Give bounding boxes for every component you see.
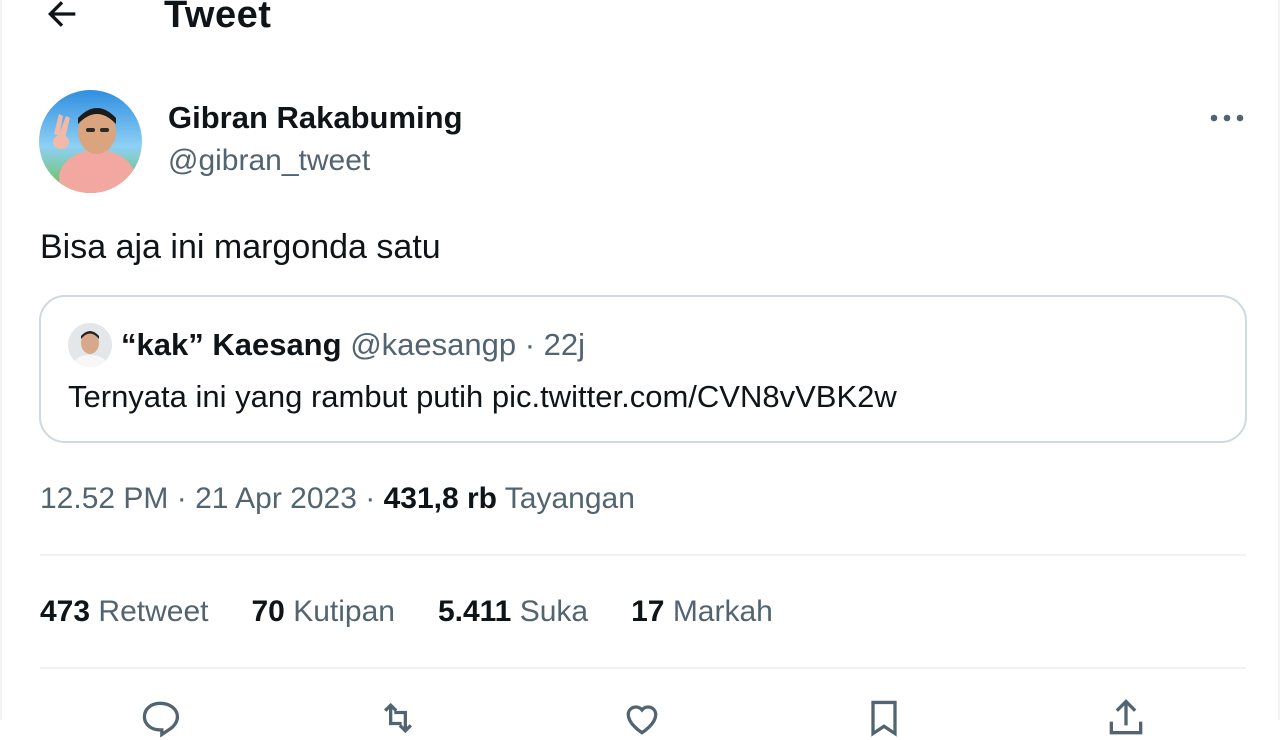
stat-count: 17: [631, 595, 665, 628]
divider: [40, 554, 1246, 556]
views-count: 431,8 rb: [383, 482, 497, 515]
bookmark-icon[interactable]: [862, 696, 906, 740]
stat-retweets[interactable]: 473 Retweet: [40, 595, 208, 635]
author-avatar[interactable]: [39, 90, 142, 193]
quoted-separator: ·: [516, 327, 544, 362]
stat-quotes[interactable]: 70 Kutipan: [251, 595, 394, 635]
quoted-tweet-header: “kak” Kaesang @kaesangp · 22j: [121, 327, 585, 363]
divider: [40, 667, 1246, 669]
tweet-date[interactable]: 21 Apr 2023: [195, 482, 357, 515]
share-icon[interactable]: [1104, 696, 1148, 740]
stat-label: Markah: [672, 595, 773, 628]
stat-label: Suka: [519, 595, 589, 628]
quoted-time: 22j: [543, 327, 586, 362]
quoted-avatar-image: [68, 323, 112, 367]
like-icon[interactable]: [620, 696, 664, 740]
more-dots-icon: [1210, 114, 1244, 122]
author-handle[interactable]: @gibran_tweet: [168, 144, 370, 178]
quoted-author-avatar: [68, 323, 112, 367]
avatar-image: [39, 90, 142, 193]
page-title: Tweet: [164, 0, 272, 36]
engagement-stats: 473 Retweet 70 Kutipan 5.411 Suka 17 Mar…: [40, 595, 816, 635]
quoted-author-name: “kak” Kaesang: [121, 327, 342, 362]
tweet-page: Tweet Gibran Rakabuming @gibran_tweet Bi…: [0, 0, 1280, 738]
stat-count: 5.411: [437, 595, 512, 628]
stat-count: 70: [251, 595, 285, 628]
stat-label: Kutipan: [293, 595, 395, 628]
retweet-icon[interactable]: [376, 696, 420, 740]
stat-label: Retweet: [98, 595, 209, 628]
tweet-meta: 12.52 PM · 21 Apr 2023 · 431,8 rb Tayang…: [40, 482, 635, 516]
stat-count: 473: [40, 595, 91, 628]
reply-icon[interactable]: [138, 696, 182, 740]
stat-bookmarks[interactable]: 17 Markah: [631, 595, 773, 635]
arrow-left-icon[interactable]: [42, 0, 82, 34]
meta-separator: ·: [168, 482, 196, 515]
stat-likes[interactable]: 5.411 Suka: [438, 595, 588, 635]
meta-separator-2: ·: [356, 482, 384, 515]
quoted-tweet-text: Ternyata ini yang rambut putih pic.twitt…: [68, 379, 897, 414]
tweet-actions-bar: [2, 690, 1280, 738]
tweet-time[interactable]: 12.52 PM: [40, 482, 168, 515]
author-name[interactable]: Gibran Rakabuming: [168, 100, 463, 136]
quoted-author-handle: @kaesangp: [350, 327, 517, 362]
views-label: Tayangan: [504, 482, 635, 515]
quoted-tweet-card[interactable]: “kak” Kaesang @kaesangp · 22j Ternyata i…: [39, 295, 1247, 443]
tweet-text: Bisa aja ini margonda satu: [40, 228, 441, 266]
more-options-button[interactable]: [1200, 98, 1254, 138]
page-header: Tweet: [2, 0, 1280, 36]
